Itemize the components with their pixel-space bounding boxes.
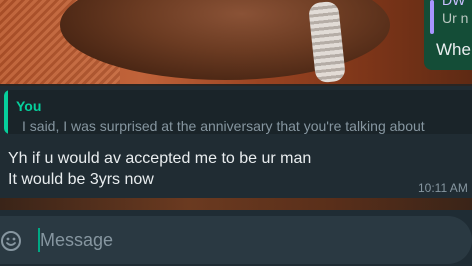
shared-photo[interactable] (0, 0, 472, 84)
incoming-message-bubble[interactable]: You I said, I was surprised at the anniv… (0, 86, 472, 198)
quote-text: Ur n (442, 10, 469, 26)
message-text: Yh if u would av accepted me to be ur ma… (8, 150, 312, 188)
quote-author: DW (442, 0, 466, 8)
outgoing-message-text: Whe (436, 40, 471, 59)
reply-author: You (16, 98, 42, 114)
reply-text: I said, I was surprised at the anniversa… (22, 118, 425, 134)
message-input[interactable] (40, 224, 440, 256)
reply-accent-bar (4, 90, 8, 134)
message-timestamp: 10:11 AM (418, 181, 468, 195)
quote-accent-bar (430, 0, 434, 34)
outgoing-message-bubble[interactable]: DW Ur n Whe (424, 0, 472, 70)
composer-bar (0, 210, 472, 266)
reply-quote[interactable]: You I said, I was surprised at the anniv… (4, 90, 472, 134)
emoji-icon[interactable] (0, 230, 22, 252)
composer-field[interactable] (0, 216, 472, 264)
background-strip (0, 198, 472, 210)
chat-screen: DW Ur n Whe You I said, I was surprised … (0, 0, 472, 266)
